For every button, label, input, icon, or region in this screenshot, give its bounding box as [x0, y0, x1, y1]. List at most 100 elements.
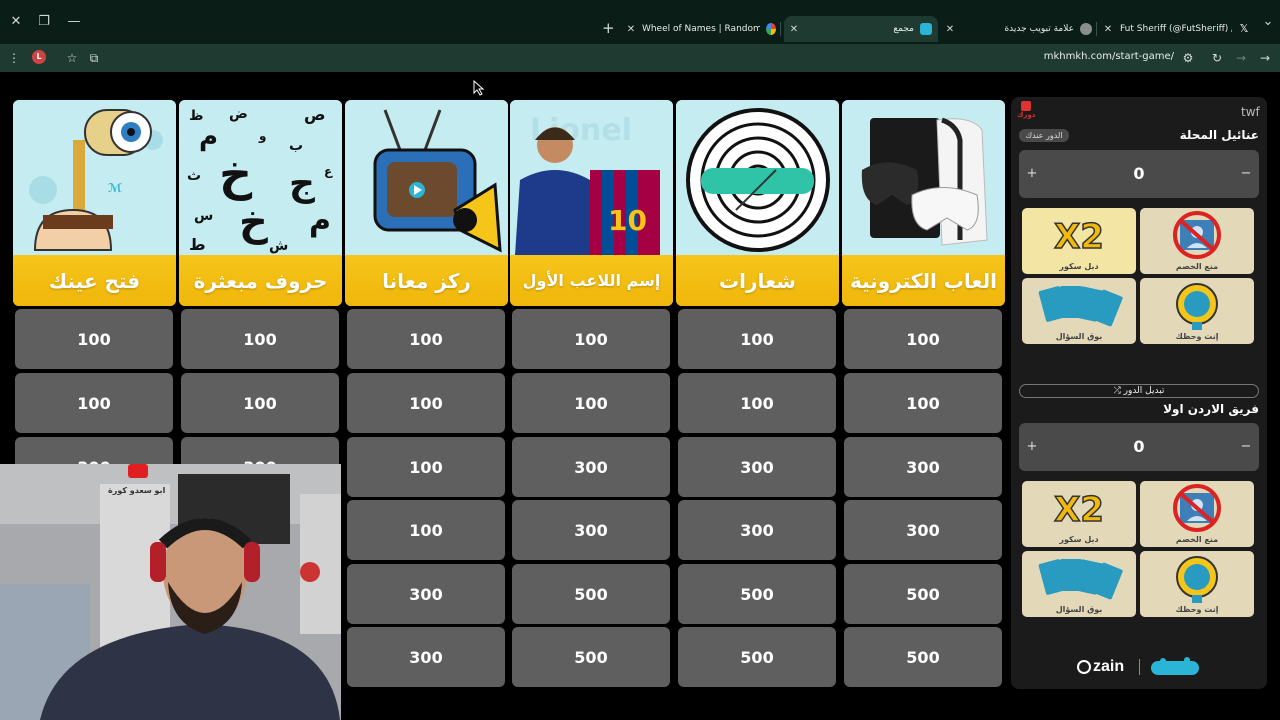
- tab-new-tab[interactable]: ✕ علامة تبويب جديدة: [944, 16, 1092, 42]
- team1-decrement-button[interactable]: −: [1239, 166, 1253, 182]
- team1-powerup-block-opponent[interactable]: منع الخصم: [1140, 208, 1254, 274]
- team1-score-box: + 0 −: [1019, 150, 1259, 198]
- webcam-sign-text: ابو سعدو كورة: [108, 486, 166, 495]
- team2-powerup-question-horn[interactable]: بوق السؤال: [1022, 551, 1136, 617]
- tab-title: Wheel of Names | Random nam: [641, 24, 761, 34]
- team1-powerup-double-score[interactable]: X2 دبل سكور: [1022, 208, 1136, 274]
- svg-text:ش: ش: [269, 238, 288, 254]
- fortune-wheel-icon: [1176, 283, 1218, 330]
- tab-fut-sheriff[interactable]: ✕ Fut Sheriff (@FutSheriff) / X 𝕏: [1102, 16, 1250, 42]
- question-cell[interactable]: 300: [347, 564, 505, 624]
- chrome-favicon-icon: [1080, 23, 1092, 35]
- category-card-scattered-letters[interactable]: ظضص موب خجث سمخ طشع حروف مبعثرة: [179, 100, 342, 306]
- profile-avatar[interactable]: L: [32, 50, 46, 64]
- svg-text:ج: ج: [289, 163, 315, 204]
- tab-search-chevron-icon[interactable]: ⌄: [1260, 14, 1276, 30]
- tab-close-icon[interactable]: ✕: [944, 24, 956, 35]
- question-cell[interactable]: 500: [678, 627, 836, 687]
- share-page-icon[interactable]: ⧉: [86, 50, 102, 66]
- team1-powerup-your-luck[interactable]: إنت وحظك: [1140, 278, 1254, 344]
- category-card-electronic-games[interactable]: العاب الكترونية: [842, 100, 1005, 306]
- question-cell[interactable]: 300: [512, 500, 670, 560]
- question-cell[interactable]: 500: [678, 564, 836, 624]
- restore-window-icon[interactable]: ❐: [36, 14, 52, 30]
- question-cell[interactable]: 300: [678, 437, 836, 497]
- category-card-focus-with-us[interactable]: ركز معانا: [345, 100, 508, 306]
- bookmark-star-icon[interactable]: ☆: [64, 50, 80, 66]
- question-cell[interactable]: 100: [181, 309, 339, 369]
- team2-powerup-double-score[interactable]: X2 دبل سكور: [1022, 481, 1136, 547]
- question-cell[interactable]: 100: [844, 373, 1002, 433]
- close-window-icon[interactable]: ✕: [8, 14, 24, 30]
- question-cell[interactable]: 100: [512, 309, 670, 369]
- webcam-overlay: ابو سعدو كورة: [0, 464, 341, 720]
- swap-turn-button[interactable]: ⤮ تبديل الدور: [1019, 384, 1259, 398]
- question-cell[interactable]: 100: [347, 437, 505, 497]
- category-title-band: العاب الكترونية: [842, 255, 1005, 306]
- retro-tv-illustration: [345, 100, 508, 255]
- question-cell[interactable]: 300: [844, 500, 1002, 560]
- tab-majma-active[interactable]: ✕ مجمع: [784, 16, 938, 42]
- x2-icon: X2: [1053, 489, 1104, 531]
- powerup-label: دبل سكور: [1059, 535, 1099, 544]
- majma-favicon-icon: [920, 23, 932, 35]
- question-cell[interactable]: 100: [678, 373, 836, 433]
- x-favicon-icon: 𝕏: [1239, 22, 1249, 35]
- tab-title: مجمع: [893, 24, 914, 34]
- team2-decrement-button[interactable]: −: [1239, 439, 1253, 455]
- question-cell[interactable]: 300: [844, 437, 1002, 497]
- category-title: فتح عينك: [48, 268, 141, 293]
- new-tab-icon[interactable]: +: [602, 20, 615, 36]
- category-card-logos[interactable]: شعارات: [676, 100, 839, 306]
- target-logo-illustration: [676, 100, 839, 255]
- question-cell[interactable]: 500: [844, 564, 1002, 624]
- question-cell[interactable]: 100: [15, 309, 173, 369]
- powerup-label: بوق السؤال: [1055, 605, 1103, 614]
- category-card-first-player-name[interactable]: Lionel 10 إسم اللاعب الأول: [510, 100, 673, 306]
- question-cell[interactable]: 300: [512, 437, 670, 497]
- team1-powerup-question-horn[interactable]: بوق السؤال: [1022, 278, 1136, 344]
- svg-text:ص: ص: [304, 105, 326, 124]
- svg-text:س: س: [194, 208, 213, 224]
- question-cell[interactable]: 300: [678, 500, 836, 560]
- x2-icon: X2: [1053, 216, 1104, 258]
- svg-text:ث: ث: [187, 168, 201, 184]
- category-title: إسم اللاعب الأول: [522, 271, 661, 290]
- category-title-band: حروف مبعثرة: [179, 255, 342, 306]
- menu-dots-icon[interactable]: ⋮: [6, 50, 22, 66]
- svg-text:X2: X2: [1054, 217, 1104, 257]
- tab-close-icon[interactable]: ✕: [1102, 24, 1114, 35]
- category-card-open-your-eye[interactable]: ℳ فتح عينك: [13, 100, 176, 306]
- category-title-band: ركز معانا: [345, 255, 508, 306]
- svg-text:ض: ض: [229, 106, 248, 122]
- minimize-window-icon[interactable]: —: [66, 14, 82, 30]
- question-cell[interactable]: 100: [844, 309, 1002, 369]
- tab-close-icon[interactable]: ✕: [788, 24, 800, 35]
- question-cell[interactable]: 100: [347, 500, 505, 560]
- question-cell[interactable]: 100: [181, 373, 339, 433]
- zain-logo-icon: [1077, 660, 1091, 674]
- question-cell[interactable]: 100: [678, 309, 836, 369]
- team2-powerup-your-luck[interactable]: إنت وحظك: [1140, 551, 1254, 617]
- cards-hand-icon: [1038, 559, 1123, 600]
- powerup-label: بوق السؤال: [1055, 332, 1103, 341]
- question-cell[interactable]: 500: [512, 627, 670, 687]
- reload-icon[interactable]: ↻: [1209, 50, 1225, 66]
- forward-arrow-icon[interactable]: →: [1233, 50, 1249, 66]
- question-cell[interactable]: 300: [347, 627, 505, 687]
- question-cell[interactable]: 100: [347, 373, 505, 433]
- address-bar-url[interactable]: mkhmkh.com/start-game/: [1040, 51, 1174, 62]
- team2-score-box: + 0 −: [1019, 423, 1259, 471]
- team-panel: twf دورك عنائيل المحلة الدور عندك + 0 − …: [1011, 97, 1267, 689]
- question-cell[interactable]: 500: [844, 627, 1002, 687]
- site-settings-icon[interactable]: ⚙: [1180, 50, 1196, 66]
- back-arrow-icon[interactable]: →: [1257, 50, 1273, 66]
- question-cell[interactable]: 500: [512, 564, 670, 624]
- category-title-band: إسم اللاعب الأول: [510, 255, 673, 306]
- question-cell[interactable]: 100: [512, 373, 670, 433]
- question-cell[interactable]: 100: [15, 373, 173, 433]
- tab-close-icon[interactable]: ✕: [626, 24, 636, 35]
- tab-wheel-of-names[interactable]: ✕ Wheel of Names | Random nam: [626, 16, 776, 42]
- team2-powerup-block-opponent[interactable]: منع الخصم: [1140, 481, 1254, 547]
- question-cell[interactable]: 100: [347, 309, 505, 369]
